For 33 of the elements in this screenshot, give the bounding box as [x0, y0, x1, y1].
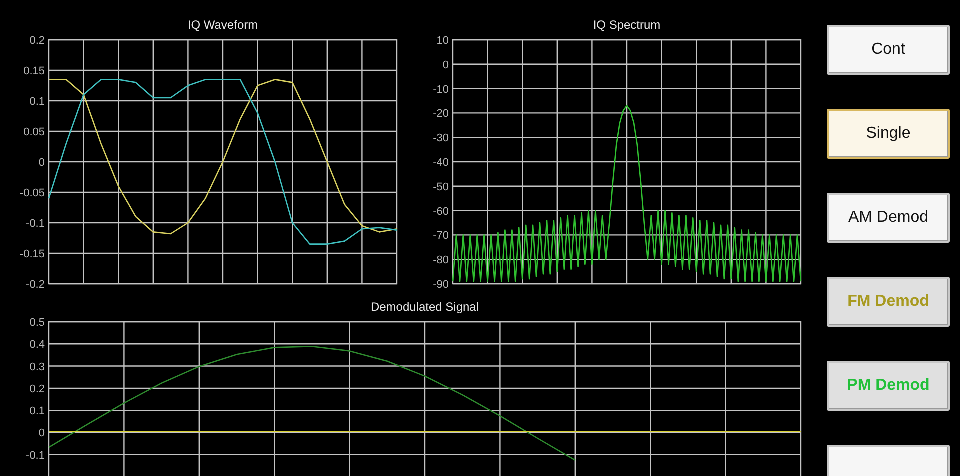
axis-label: 0.4 [30, 339, 45, 352]
axis-label: -0.1 [26, 218, 45, 230]
axis-label: 0.1 [30, 96, 45, 108]
axis-label: -20 [433, 108, 449, 120]
axis-label: 0 [442, 59, 449, 72]
axis-label: 0 [38, 428, 45, 440]
mode-button[interactable]: AM Demod [827, 193, 950, 243]
chart-title: IQ Spectrum [593, 18, 661, 32]
axis-label: 10 [436, 35, 449, 47]
axis-label: -30 [433, 132, 449, 145]
mode-button[interactable]: Single [827, 109, 950, 159]
axis-label: -0.05 [20, 188, 45, 200]
axis-label: -70 [433, 230, 449, 242]
axis-label: -50 [433, 181, 449, 194]
axis-label: 0.05 [24, 126, 45, 138]
axis-label: 0.2 [30, 383, 45, 396]
axis-label: 0.5 [30, 317, 45, 329]
axis-label: 0.3 [30, 361, 45, 374]
axis-label: 0.1 [30, 406, 45, 418]
axis-label: -0.1 [26, 450, 45, 462]
axis-label: -0.2 [26, 279, 45, 291]
chart-title: Demodulated Signal [370, 300, 480, 314]
axis-label: -80 [433, 254, 449, 267]
axis-label: -90 [433, 279, 449, 291]
axis-label: -10 [433, 84, 449, 96]
axis-label: -40 [433, 157, 449, 169]
axis-label: 0.2 [30, 35, 45, 47]
axis-label: 0.15 [24, 66, 45, 78]
axis-label: -0.15 [20, 248, 45, 260]
mode-button[interactable]: Cont [827, 25, 950, 75]
axis-label: -60 [433, 206, 449, 218]
chart-title: IQ Waveform [188, 18, 258, 32]
axis-label: 0 [38, 157, 45, 169]
